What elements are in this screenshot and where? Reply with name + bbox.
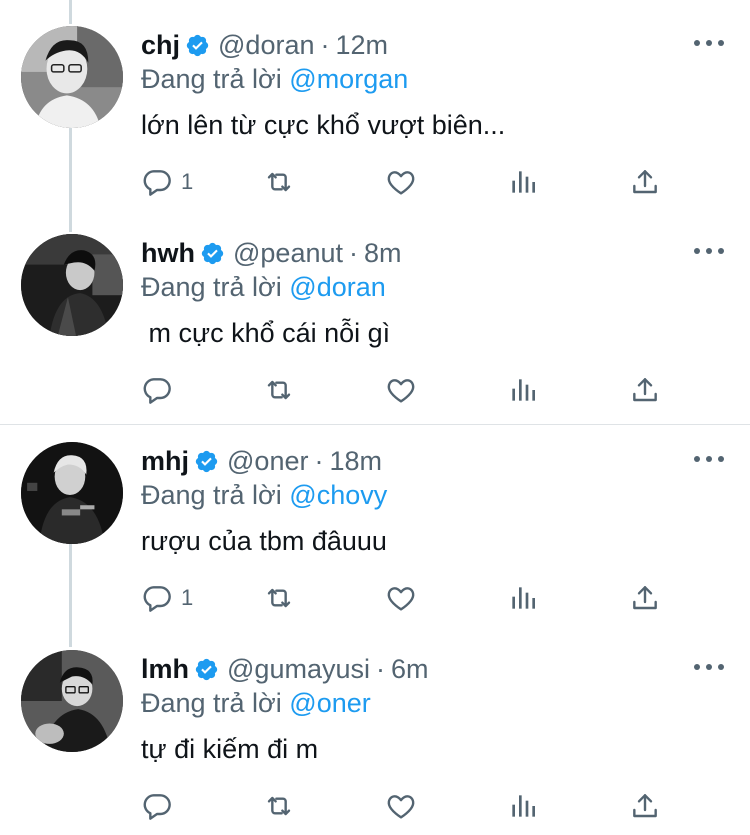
tweet-header: hwh @peanut · 8m	[141, 237, 402, 269]
analytics-icon	[507, 166, 539, 198]
retweet-button[interactable]	[263, 578, 295, 618]
share-button[interactable]	[629, 162, 661, 202]
avatar[interactable]	[21, 650, 123, 752]
share-button[interactable]	[629, 786, 661, 826]
retweet-button[interactable]	[263, 786, 295, 826]
verified-badge-icon	[194, 449, 219, 474]
replying-to: Đang trả lời @chovy	[141, 479, 387, 511]
timestamp[interactable]: 8m	[364, 237, 402, 269]
tweet-text: rượu của tbm đâuuu	[141, 526, 387, 556]
tweet[interactable]: hwh @peanut · 8m Đang trả lời @doran m c…	[0, 212, 750, 424]
display-name[interactable]: chj	[141, 29, 180, 61]
avatar[interactable]	[21, 442, 123, 544]
retweet-icon	[263, 166, 295, 198]
retweet-icon	[263, 582, 295, 614]
display-name[interactable]: lmh	[141, 653, 189, 685]
share-button[interactable]	[629, 370, 661, 410]
mention-link[interactable]: @doran	[289, 272, 385, 302]
tweet-header: chj @doran · 12m	[141, 29, 388, 61]
display-name[interactable]: hwh	[141, 237, 195, 269]
share-button[interactable]	[629, 578, 661, 618]
share-icon	[629, 374, 661, 406]
share-icon	[629, 582, 661, 614]
separator-dot: ·	[375, 654, 385, 684]
reply-button[interactable]	[141, 786, 181, 826]
mention-link[interactable]: @chovy	[289, 480, 387, 510]
reply-count: 1	[181, 585, 194, 610]
analytics-button[interactable]	[507, 370, 539, 410]
avatar[interactable]	[21, 234, 123, 336]
retweet-icon	[263, 374, 295, 406]
analytics-button[interactable]	[507, 162, 539, 202]
tweet[interactable]: chj @doran · 12m Đang trả lời @morgan lớ…	[0, 0, 750, 212]
like-button[interactable]	[385, 162, 417, 202]
replying-to: Đang trả lời @oner	[141, 687, 371, 719]
tweet[interactable]: lmh @gumayusi · 6m Đang trả lời @oner tự…	[0, 637, 750, 835]
analytics-icon	[507, 790, 539, 822]
verified-badge-icon	[194, 657, 219, 682]
reply-button[interactable]: 1	[141, 162, 193, 202]
retweet-icon	[263, 790, 295, 822]
reply-icon	[141, 374, 173, 406]
verified-badge-icon	[185, 33, 210, 58]
share-icon	[629, 790, 661, 822]
mention-link[interactable]: @morgan	[289, 64, 408, 94]
replying-to: Đang trả lời @morgan	[141, 63, 408, 95]
analytics-button[interactable]	[507, 578, 539, 618]
tweet-text: m cực khổ cái nỗi gì	[141, 318, 391, 348]
tweet-header: lmh @gumayusi · 6m	[141, 653, 429, 685]
tweet-actions: 1	[141, 578, 681, 618]
retweet-button[interactable]	[263, 370, 295, 410]
mention-link[interactable]: @oner	[289, 688, 370, 718]
reply-icon	[141, 790, 173, 822]
heart-icon	[385, 166, 417, 198]
reply-button[interactable]	[141, 370, 181, 410]
tweet-actions: 1	[141, 162, 681, 202]
tweet[interactable]: mhj @oner · 18m Đang trả lời @chovy rượu…	[0, 425, 750, 637]
reply-icon	[141, 166, 173, 198]
separator-dot: ·	[314, 446, 324, 476]
reply-count: 1	[181, 169, 194, 194]
replying-to-label: Đang trả lời	[141, 64, 282, 94]
tweet-actions	[141, 370, 681, 410]
heart-icon	[385, 582, 417, 614]
display-name[interactable]: mhj	[141, 445, 189, 477]
tweet-header: mhj @oner · 18m	[141, 445, 382, 477]
reply-button[interactable]: 1	[141, 578, 193, 618]
like-button[interactable]	[385, 786, 417, 826]
username[interactable]: @gumayusi	[227, 653, 370, 685]
more-icon[interactable]	[694, 35, 724, 51]
heart-icon	[385, 374, 417, 406]
username[interactable]: @oner	[227, 445, 308, 477]
username[interactable]: @doran	[218, 29, 314, 61]
heart-icon	[385, 790, 417, 822]
timestamp[interactable]: 6m	[391, 653, 429, 685]
more-icon[interactable]	[694, 659, 724, 675]
username[interactable]: @peanut	[233, 237, 343, 269]
separator-dot: ·	[349, 238, 358, 268]
share-icon	[629, 166, 661, 198]
separator-dot: ·	[320, 30, 330, 60]
timestamp[interactable]: 18m	[329, 445, 382, 477]
replying-to-label: Đang trả lời	[141, 480, 282, 510]
like-button[interactable]	[385, 578, 417, 618]
timestamp[interactable]: 12m	[335, 29, 388, 61]
analytics-icon	[507, 582, 539, 614]
retweet-button[interactable]	[263, 162, 295, 202]
more-icon[interactable]	[694, 243, 724, 259]
replying-to-label: Đang trả lời	[141, 688, 282, 718]
avatar[interactable]	[21, 26, 123, 128]
replying-to-label: Đang trả lời	[141, 272, 282, 302]
reply-icon	[141, 582, 173, 614]
tweet-actions	[141, 786, 681, 826]
tweet-text: tự đi kiếm đi m	[141, 734, 319, 764]
more-icon[interactable]	[694, 451, 724, 467]
replying-to: Đang trả lời @doran	[141, 271, 386, 303]
analytics-button[interactable]	[507, 786, 539, 826]
verified-badge-icon	[200, 241, 225, 266]
like-button[interactable]	[385, 370, 417, 410]
analytics-icon	[507, 374, 539, 406]
tweet-text: lớn lên từ cực khổ vượt biên...	[141, 110, 506, 140]
